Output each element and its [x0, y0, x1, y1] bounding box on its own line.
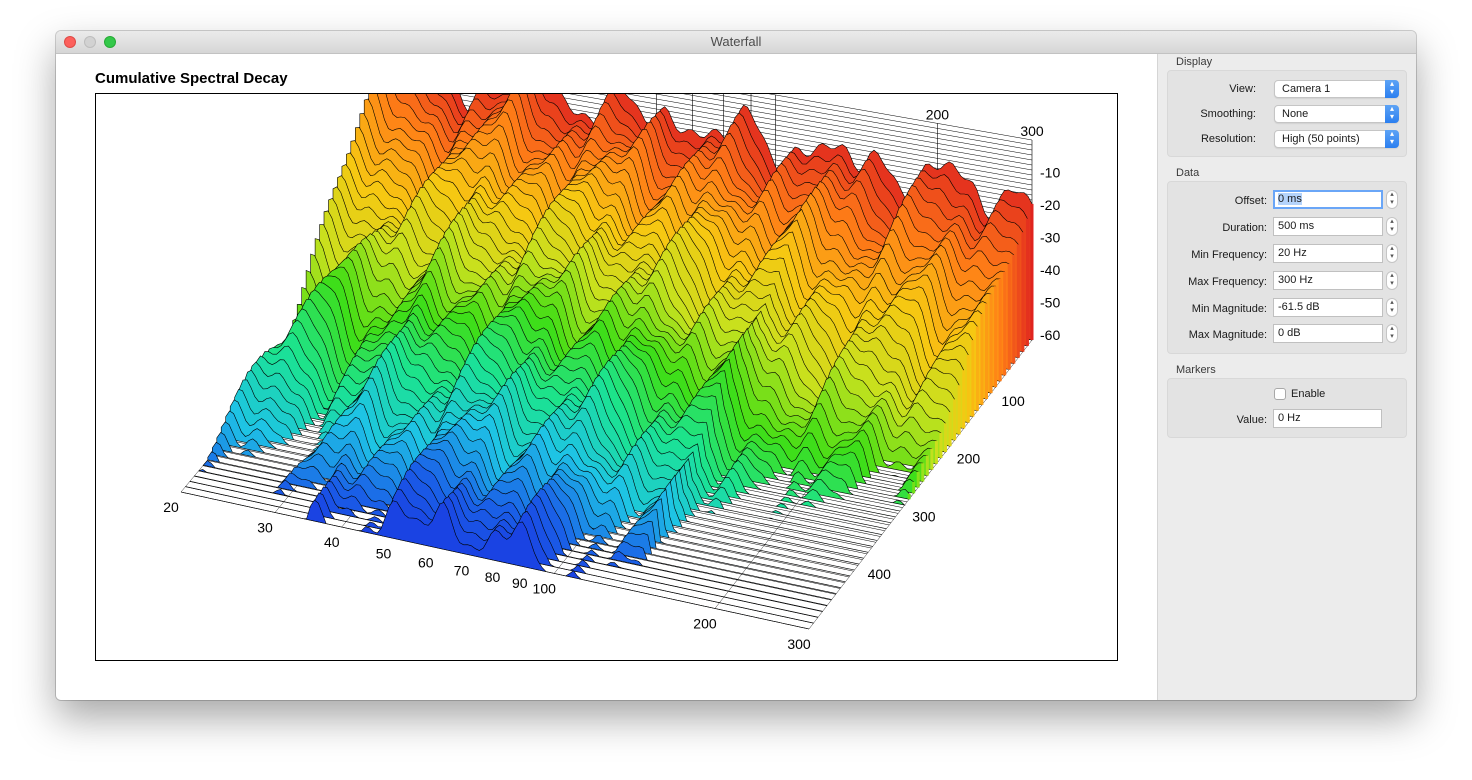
magnitude-tick-label: -60 [1040, 327, 1060, 343]
max-frequency-label: Max Frequency: [1188, 276, 1267, 288]
smoothing-popup[interactable]: None ▴ ▾ [1274, 105, 1399, 123]
duration-field[interactable]: 500 ms [1273, 217, 1383, 236]
magnitude-tick-label: -20 [1040, 197, 1060, 213]
frequency-tick-label: 30 [257, 520, 273, 536]
max-magnitude-value: 0 dB [1278, 327, 1301, 339]
frequency-tick-label: 300 [1020, 123, 1044, 139]
time-tick-label: 200 [957, 451, 981, 467]
view-popup[interactable]: Camera 1 ▴ ▾ [1274, 80, 1399, 98]
view-value: Camera 1 [1282, 83, 1331, 95]
min-magnitude-label: Min Magnitude: [1191, 303, 1267, 315]
chart-title: Cumulative Spectral Decay [95, 70, 288, 87]
offset-field[interactable]: 0 ms [1273, 190, 1383, 209]
updown-arrows-icon: ▴ ▾ [1385, 130, 1399, 148]
data-group-label: Data [1176, 167, 1200, 179]
frequency-tick-label: 200 [693, 615, 717, 631]
max-frequency-stepper[interactable]: ▴ ▾ [1386, 271, 1398, 290]
frequency-tick-label: 60 [418, 555, 434, 571]
min-magnitude-value: -61.5 dB [1278, 301, 1320, 313]
frequency-tick-label: 70 [454, 562, 470, 578]
duration-stepper[interactable]: ▴ ▾ [1386, 217, 1398, 236]
max-frequency-field[interactable]: 300 Hz [1273, 271, 1383, 290]
frequency-tick-label: 90 [512, 575, 528, 591]
waterfall-svg: 2030405060708090100200300203040506070809… [163, 94, 1060, 652]
time-tick-label: 400 [868, 566, 892, 582]
display-group-label: Display [1176, 56, 1213, 68]
magnitude-tick-label: -40 [1040, 262, 1060, 278]
frequency-tick-label: 200 [926, 106, 950, 122]
updown-arrows-icon: ▴ ▾ [1385, 80, 1399, 98]
frequency-tick-label: 20 [163, 499, 179, 515]
max-frequency-value: 300 Hz [1278, 274, 1313, 286]
time-tick-label: 300 [912, 508, 936, 524]
resolution-value: High (50 points) [1282, 133, 1360, 145]
duration-label: Duration: [1222, 222, 1267, 234]
magnitude-tick-label: -30 [1040, 230, 1060, 246]
frequency-tick-label: 40 [324, 534, 340, 550]
min-frequency-label: Min Frequency: [1191, 249, 1267, 261]
waterfall-plot[interactable]: 2030405060708090100200300203040506070809… [95, 93, 1118, 661]
chart-area: Cumulative Spectral Decay 20 30 40 50 60 70 80… [56, 54, 1157, 700]
decay-slices [180, 94, 1034, 630]
view-label: View: [1229, 83, 1256, 95]
frequency-tick-label: 50 [376, 545, 392, 561]
offset-label: Offset: [1234, 195, 1267, 207]
marker-value: 0 Hz [1278, 412, 1301, 424]
frequency-tick-label: 300 [787, 636, 811, 652]
time-tick-label: 100 [1001, 393, 1025, 409]
duration-value: 500 ms [1278, 220, 1315, 232]
enable-markers-label[interactable]: Enable [1291, 388, 1325, 400]
frequency-tick-label: 100 [533, 580, 557, 596]
settings-sidebar: Display View: Camera 1 ▴ ▾ Smoothing: Non… [1157, 54, 1416, 700]
offset-stepper[interactable]: ▴ ▾ [1386, 190, 1398, 209]
markers-group [1167, 378, 1407, 438]
waterfall-window: Waterfall Cumulative Spectral Decay 20 30… [56, 31, 1416, 700]
max-magnitude-stepper[interactable]: ▴ ▾ [1386, 324, 1398, 343]
smoothing-value: None [1282, 108, 1309, 120]
resolution-popup[interactable]: High (50 points) ▴ ▾ [1274, 130, 1399, 148]
frequency-tick-label: 80 [485, 569, 501, 585]
min-magnitude-stepper[interactable]: ▴ ▾ [1386, 298, 1398, 317]
max-magnitude-label: Max Magnitude: [1188, 329, 1267, 341]
updown-arrows-icon: ▴ ▾ [1385, 105, 1399, 123]
max-magnitude-field[interactable]: 0 dB [1273, 324, 1383, 343]
marker-value-field[interactable]: 0 Hz [1273, 409, 1382, 428]
title-bar[interactable]: Waterfall [56, 31, 1416, 54]
markers-group-label: Markers [1176, 364, 1216, 376]
smoothing-label: Smoothing: [1200, 108, 1256, 120]
magnitude-tick-label: -10 [1040, 165, 1060, 181]
min-magnitude-field[interactable]: -61.5 dB [1273, 298, 1383, 317]
enable-markers-checkbox[interactable] [1274, 388, 1286, 400]
window-title: Waterfall [710, 34, 762, 49]
marker-value-label: Value: [1236, 414, 1267, 426]
min-frequency-field[interactable]: 20 Hz [1273, 244, 1383, 263]
offset-value: 0 ms [1278, 193, 1302, 205]
min-frequency-value: 20 Hz [1278, 247, 1307, 259]
magnitude-tick-label: -50 [1040, 295, 1060, 311]
min-frequency-stepper[interactable]: ▴ ▾ [1386, 244, 1398, 263]
resolution-label: Resolution: [1200, 133, 1256, 145]
